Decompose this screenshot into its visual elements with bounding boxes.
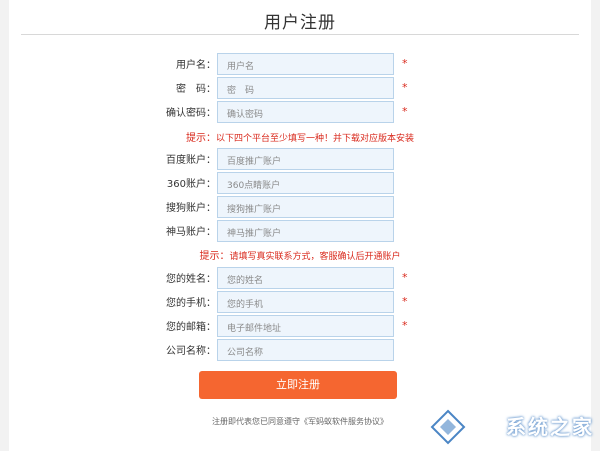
required-mark: * <box>402 271 408 284</box>
email-field-box <box>217 315 394 339</box>
phone-field-box <box>217 291 394 315</box>
baidu-account-label: 百度账户： <box>166 155 216 166</box>
tip-platforms: 提示：以下四个平台至少填写一种！并下载对应版本安装 <box>9 129 591 144</box>
company-label: 公司名称： <box>166 346 216 357</box>
password-label: 密 码： <box>176 84 216 95</box>
registration-panel: 用户注册 用户名： * 密 码： * 确认密码： * 提示：以下四个平台至少填写… <box>9 0 591 451</box>
username-field-box <box>217 53 394 77</box>
form-row-name: 您的姓名： * <box>9 267 591 291</box>
shenma-account-input[interactable] <box>218 224 393 244</box>
360-account-label: 360账户： <box>166 179 216 190</box>
company-input[interactable] <box>218 343 393 363</box>
360-account-input[interactable] <box>218 176 393 196</box>
tip-head: 提示： <box>185 133 216 144</box>
tip-text: 请填写真实联系方式，客服确认后开通账户 <box>229 252 401 262</box>
form-row-sogou: 搜狗账户： <box>9 196 591 220</box>
watermark-text: 系统之家 <box>506 415 594 439</box>
agreement-link[interactable]: 《军蚂蚁软件服务协议》 <box>300 417 388 426</box>
form-row-360: 360账户： <box>9 172 591 196</box>
form-row-shenma: 神马账户： <box>9 220 591 244</box>
watermark-logo-icon <box>430 409 466 445</box>
shenma-account-label: 神马账户： <box>166 227 216 238</box>
password-input[interactable] <box>218 81 393 101</box>
password-field-box <box>217 77 394 101</box>
phone-input[interactable] <box>218 295 393 315</box>
required-mark: * <box>402 295 408 308</box>
form-row-confirm-password: 确认密码： * <box>9 101 591 125</box>
confirm-password-field-box <box>217 101 394 125</box>
title-divider <box>21 34 579 35</box>
tip-contact: 提示：请填写真实联系方式，客服确认后开通账户 <box>9 247 591 262</box>
form-row-company: 公司名称： <box>9 339 591 363</box>
required-mark: * <box>402 319 408 332</box>
baidu-account-input[interactable] <box>218 152 393 172</box>
sogou-account-field-box <box>217 196 394 220</box>
form-row-password: 密 码： * <box>9 77 591 101</box>
required-mark: * <box>402 105 408 118</box>
agreement-prefix: 注册即代表您已同意遵守 <box>212 417 300 426</box>
baidu-account-field-box <box>217 148 394 172</box>
site-watermark: 系统之家 <box>426 407 596 447</box>
required-mark: * <box>402 57 408 70</box>
company-field-box <box>217 339 394 363</box>
register-button[interactable]: 立即注册 <box>199 371 397 399</box>
360-account-field-box <box>217 172 394 196</box>
name-field-box <box>217 267 394 291</box>
sogou-account-input[interactable] <box>218 200 393 220</box>
form-row-username: 用户名： * <box>9 53 591 77</box>
username-label: 用户名： <box>176 60 216 71</box>
shenma-account-field-box <box>217 220 394 244</box>
form-row-email: 您的邮箱： * <box>9 315 591 339</box>
name-label: 您的姓名： <box>166 274 216 285</box>
confirm-password-input[interactable] <box>218 105 393 125</box>
name-input[interactable] <box>218 271 393 291</box>
phone-label: 您的手机： <box>166 298 216 309</box>
email-label: 您的邮箱： <box>166 322 216 333</box>
tip-head: 提示： <box>199 251 230 262</box>
form-row-phone: 您的手机： * <box>9 291 591 315</box>
email-input[interactable] <box>218 319 393 339</box>
required-mark: * <box>402 81 408 94</box>
page-title: 用户注册 <box>264 13 336 33</box>
confirm-password-label: 确认密码： <box>166 108 216 119</box>
username-input[interactable] <box>218 57 393 77</box>
tip-text: 以下四个平台至少填写一种！并下载对应版本安装 <box>215 134 414 144</box>
sogou-account-label: 搜狗账户： <box>166 203 216 214</box>
form-row-baidu: 百度账户： <box>9 148 591 172</box>
